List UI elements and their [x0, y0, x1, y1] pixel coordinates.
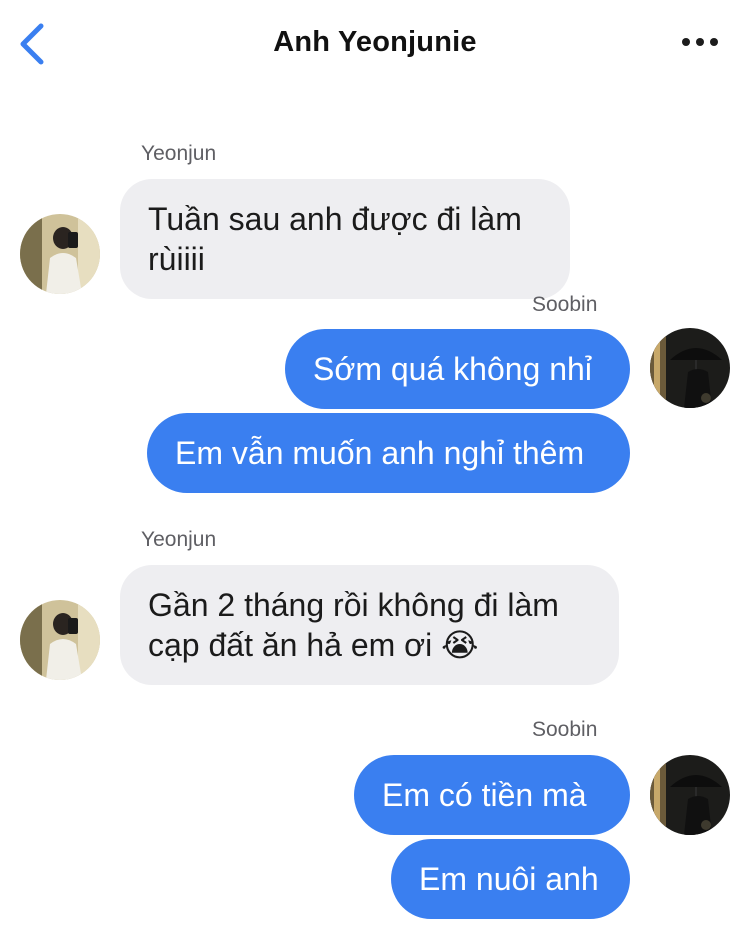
avatar-yeonjun[interactable]	[20, 600, 100, 680]
avatar-image	[650, 755, 730, 835]
avatar-image	[20, 214, 100, 294]
avatar-image	[650, 328, 730, 408]
message-bubble-outgoing[interactable]: Sớm quá không nhỉ	[285, 329, 630, 409]
more-options-button[interactable]	[678, 30, 722, 54]
sender-name: Yeonjun	[141, 142, 217, 165]
message-bubble-outgoing[interactable]: Em nuôi anh	[391, 839, 630, 919]
avatar-image	[20, 600, 100, 680]
message-bubble-incoming[interactable]: Tuần sau anh được đi làm rùiiii	[120, 179, 570, 299]
more-horizontal-icon	[682, 38, 690, 46]
avatar-soobin[interactable]	[650, 755, 730, 835]
avatar-yeonjun[interactable]	[20, 214, 100, 294]
avatar-soobin[interactable]	[650, 328, 730, 408]
message-bubble-incoming[interactable]: Gần 2 tháng rồi không đi làm cạp đất ăn …	[120, 565, 619, 685]
conversation-title: Anh Yeonjunie	[273, 26, 477, 58]
sender-name: Soobin	[532, 718, 598, 741]
message-bubble-outgoing[interactable]: Em vẫn muốn anh nghỉ thêm	[147, 413, 630, 493]
sender-name: Yeonjun	[141, 528, 217, 551]
sender-name: Soobin	[532, 293, 598, 316]
message-bubble-outgoing[interactable]: Em có tiền mà	[354, 755, 630, 835]
chat-screen: Anh Yeonjunie Yeonjun Tuần sau anh được …	[0, 0, 750, 929]
